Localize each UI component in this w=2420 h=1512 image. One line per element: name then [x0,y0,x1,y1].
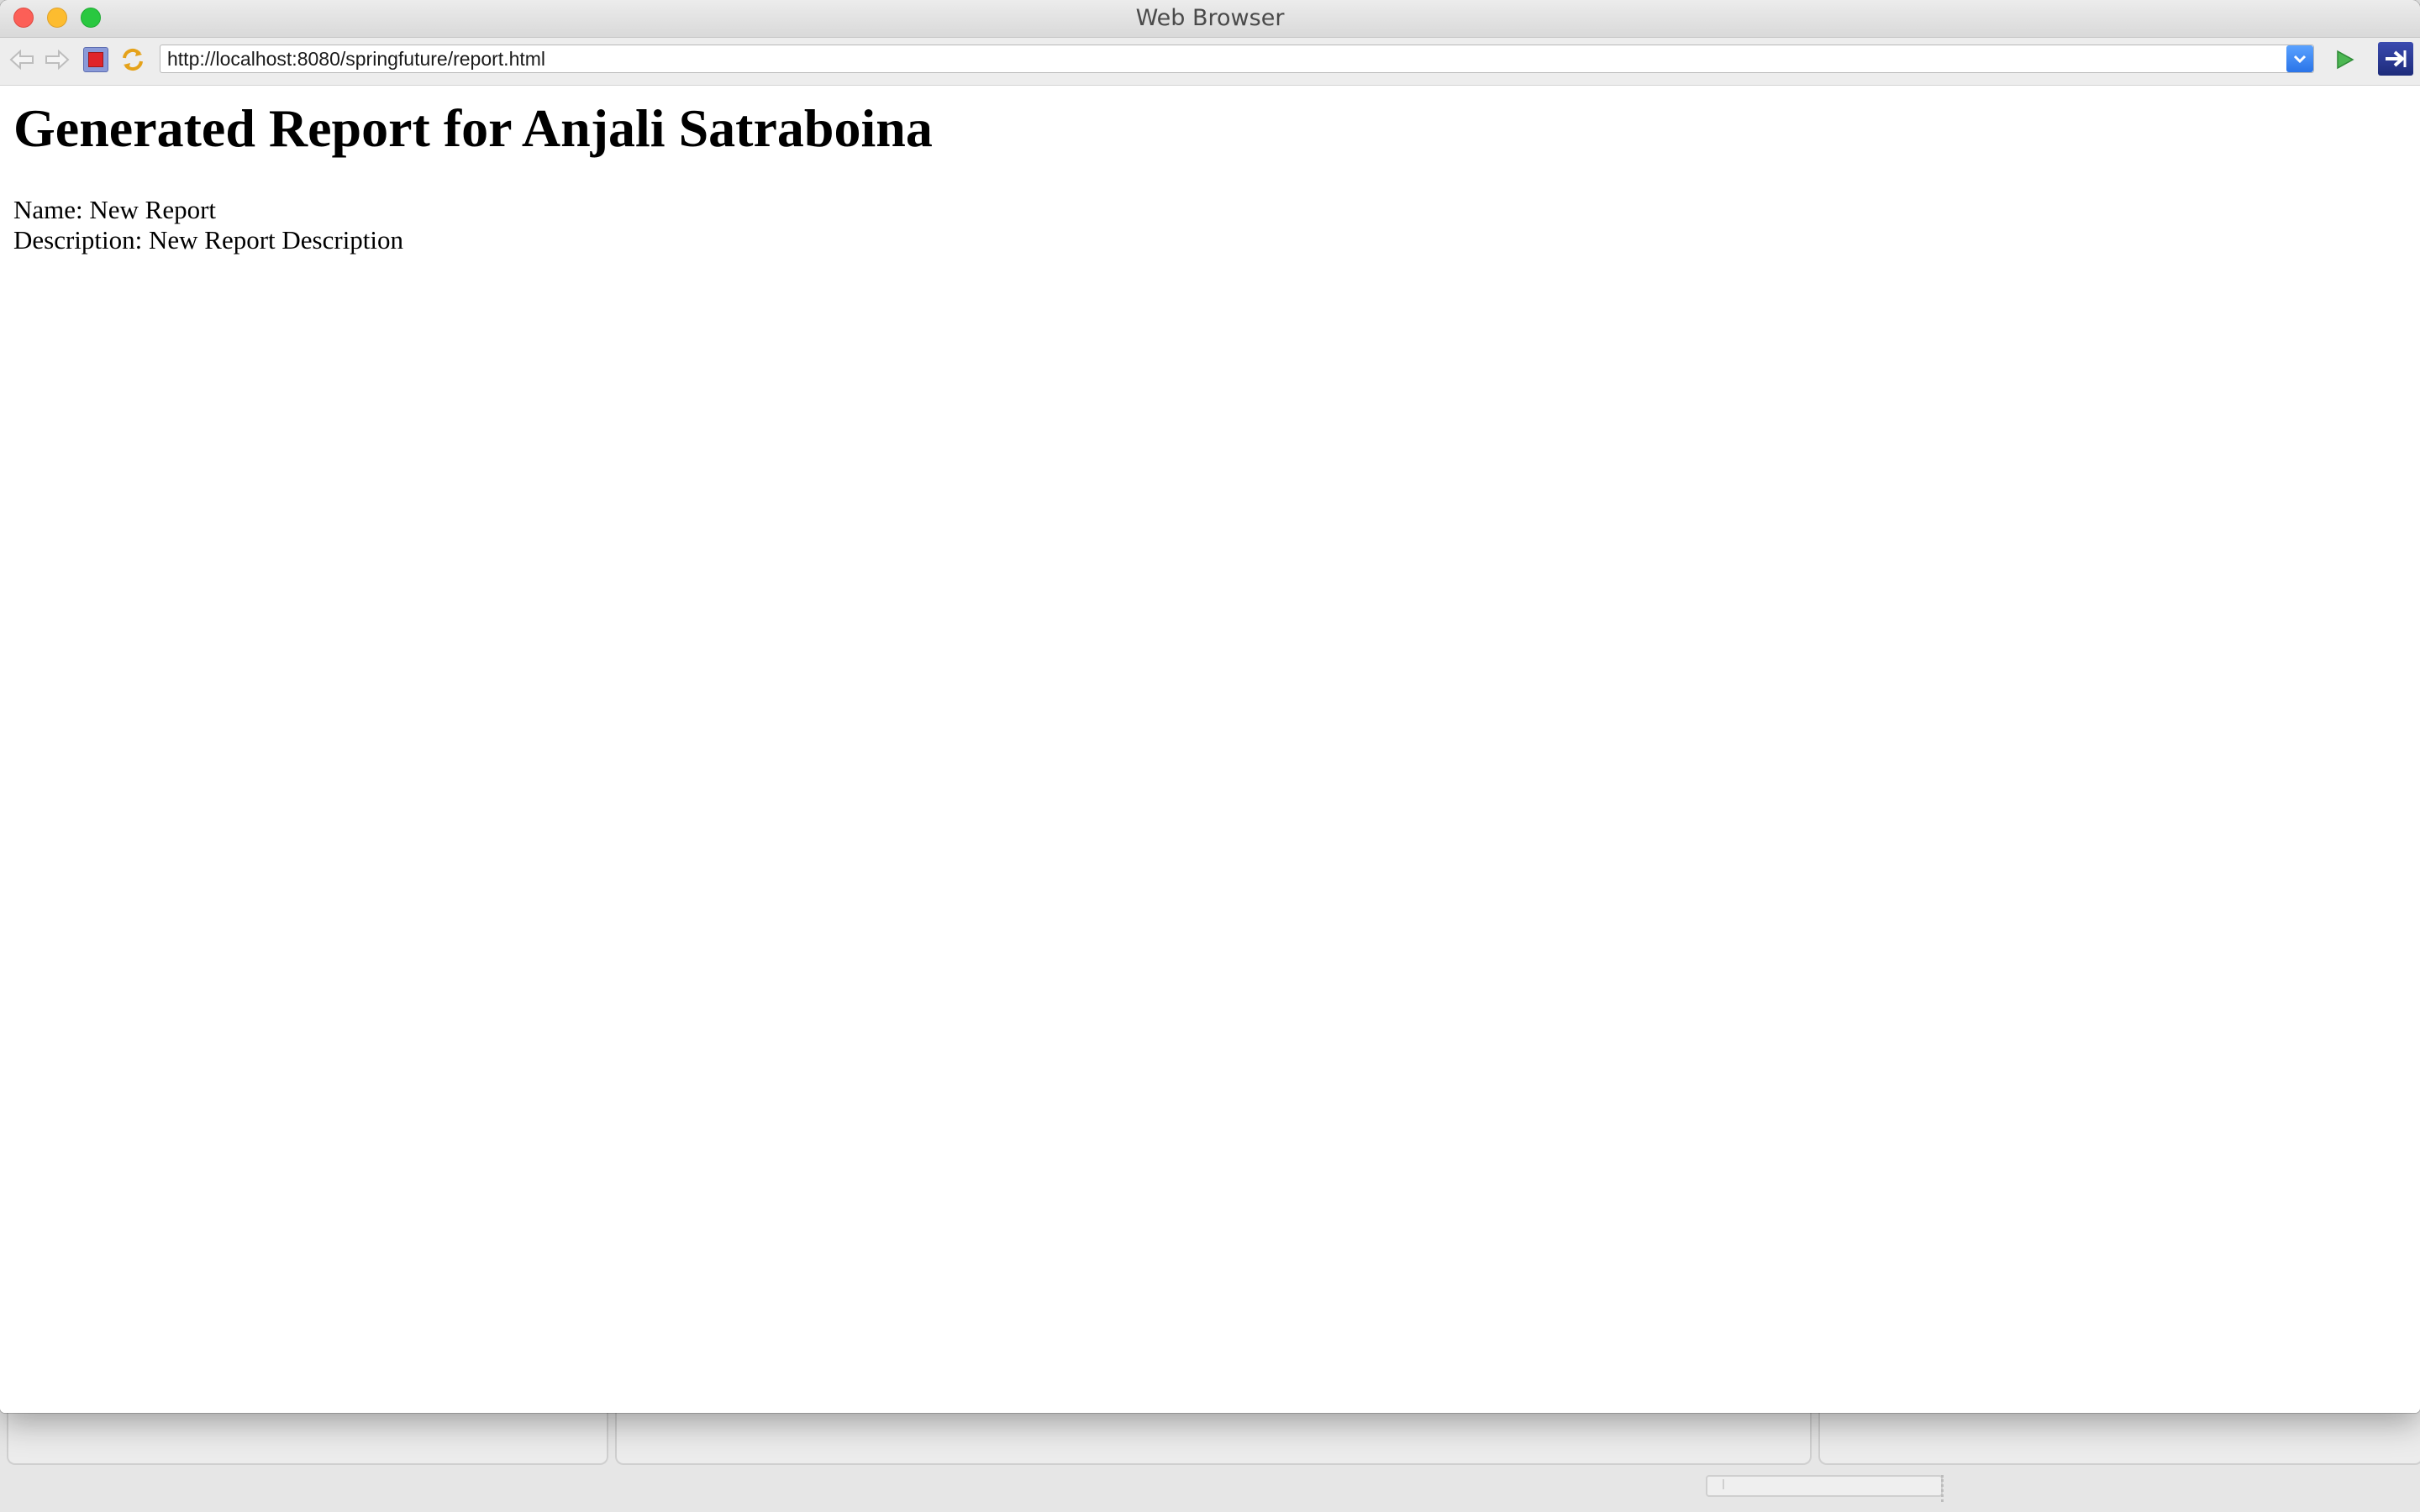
chevron-down-icon [2293,55,2307,64]
window-title: Web Browser [1135,5,1285,31]
background-pane-right [1818,1404,2420,1465]
background-pane-left [7,1404,608,1465]
stop-icon [83,47,108,72]
resize-grip[interactable] [1941,1475,1947,1502]
navigate-icon [2386,50,2407,67]
slider-knob[interactable] [1711,1479,1724,1489]
navigate-button[interactable] [2378,42,2413,76]
forward-button[interactable] [42,45,72,75]
title-bar: Web Browser [0,0,2420,38]
stop-button[interactable] [81,45,111,75]
page-content: Generated Report for Anjali Satraboina N… [0,86,2420,1413]
url-history-dropdown[interactable] [2286,45,2313,72]
back-button[interactable] [7,45,37,75]
refresh-icon [123,48,143,71]
forward-arrow-icon [45,50,70,70]
address-bar [160,45,2314,73]
refresh-button[interactable] [118,45,148,75]
back-arrow-icon [9,50,34,70]
play-icon [2337,50,2354,70]
browser-window: Web Browser http://localhost:8080/spring… [0,0,2420,1413]
report-description-line: Description: New Report Description [13,225,404,255]
go-button[interactable] [2329,46,2360,73]
background-slider[interactable] [1706,1475,1943,1497]
browser-toolbar [0,38,2420,86]
report-heading: Generated Report for Anjali Satraboina [13,98,933,158]
url-input[interactable] [160,45,2281,72]
background-pane-center [615,1404,1812,1465]
report-name-line: Name: New Report [13,195,217,224]
